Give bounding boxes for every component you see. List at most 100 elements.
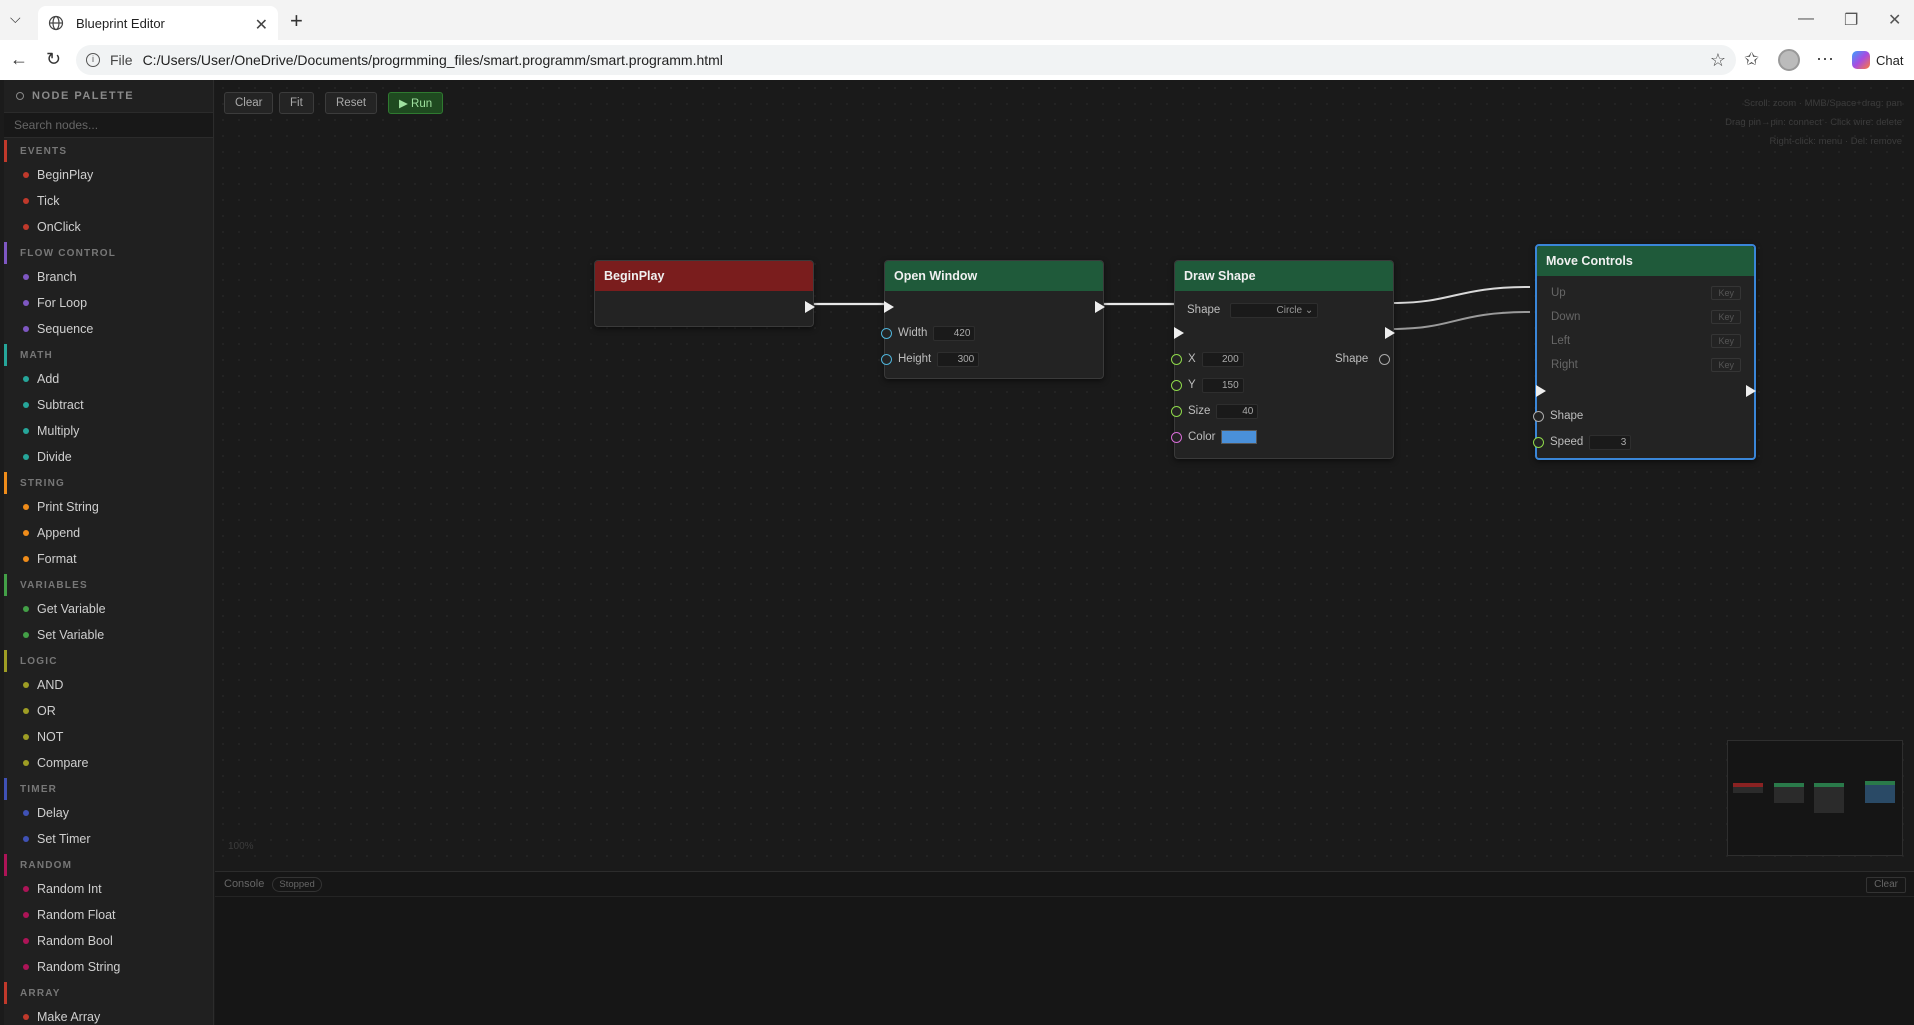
close-window-icon[interactable]: ✕ <box>1888 10 1901 30</box>
palette-item[interactable]: OnClick <box>4 214 213 240</box>
exec-arrow-icon[interactable] <box>1746 385 1756 397</box>
exec-arrow-icon[interactable] <box>1536 385 1546 397</box>
node-draw-shape[interactable]: Draw Shape Shape Circle ⌄ X 200 Shape Y … <box>1171 260 1395 459</box>
palette-category: MATH <box>4 344 213 366</box>
zoom-indicator: 100% <box>228 841 254 852</box>
palette-item[interactable]: Delay <box>4 800 213 826</box>
exec-arrow-icon[interactable] <box>805 301 815 313</box>
back-icon[interactable]: ← <box>10 49 28 70</box>
exec-arrow-icon[interactable] <box>1095 301 1105 313</box>
favorites-icon[interactable]: ✩ <box>1744 49 1759 70</box>
size-field[interactable]: 40 <box>1216 403 1259 419</box>
palette-item[interactable]: Set Timer <box>4 826 213 852</box>
minimap[interactable] <box>1727 740 1903 856</box>
color-pin[interactable] <box>1171 431 1182 443</box>
palette-item[interactable]: AND <box>4 672 213 698</box>
palette-item[interactable]: Random Int <box>4 876 213 902</box>
exec-in-pin[interactable] <box>1536 382 1546 400</box>
palette-category: FLOW CONTROL <box>4 242 213 264</box>
left-key-button[interactable]: Key <box>1711 334 1741 348</box>
more-options-icon[interactable]: ⋯ <box>1816 49 1834 70</box>
palette-item[interactable]: For Loop <box>4 290 213 316</box>
palette-item[interactable]: Get Variable <box>4 596 213 622</box>
address-url[interactable]: C:/Users/User/OneDrive/Documents/progrmm… <box>143 52 723 68</box>
palette-item[interactable]: Format <box>4 546 213 572</box>
height-field[interactable]: 300 <box>937 351 980 367</box>
exec-out-pin[interactable] <box>1385 324 1395 342</box>
exec-out-pin[interactable] <box>805 298 815 316</box>
x-pin[interactable] <box>1171 353 1182 365</box>
shape-out-pin[interactable] <box>1379 353 1391 365</box>
exec-out-pin[interactable] <box>1746 382 1756 400</box>
shape-select[interactable]: Circle ⌄ <box>1230 302 1319 318</box>
palette-item[interactable]: Tick <box>4 188 213 214</box>
close-tab-icon[interactable]: ✕ <box>255 15 268 35</box>
exec-in-pin[interactable] <box>884 298 894 316</box>
minimap-node-draw-shape <box>1814 783 1844 813</box>
node-header[interactable]: Draw Shape <box>1175 261 1393 291</box>
width-field[interactable]: 420 <box>933 325 976 341</box>
palette-item[interactable]: Set Variable <box>4 622 213 648</box>
palette-item[interactable]: Make Array <box>4 1004 213 1025</box>
exec-arrow-icon[interactable] <box>1385 327 1395 339</box>
up-key-button[interactable]: Key <box>1711 286 1741 300</box>
node-move-controls[interactable]: Move Controls Up Key Down Key Left Key R… <box>1533 244 1756 460</box>
node-header[interactable]: Open Window <box>885 261 1103 291</box>
palette-item[interactable]: Random Bool <box>4 928 213 954</box>
height-pin[interactable] <box>881 353 892 365</box>
node-header[interactable]: BeginPlay <box>595 261 813 291</box>
palette-item[interactable]: Multiply <box>4 418 213 444</box>
restore-icon[interactable]: ❐ <box>1844 10 1858 30</box>
exec-arrow-icon[interactable] <box>884 301 894 313</box>
profile-avatar[interactable] <box>1778 49 1800 71</box>
palette-item[interactable]: Branch <box>4 264 213 290</box>
palette-item[interactable]: Sequence <box>4 316 213 342</box>
shape-wire[interactable] <box>1391 311 1531 330</box>
new-tab-icon[interactable]: + <box>290 8 303 34</box>
shape-in-pin[interactable] <box>1533 410 1544 422</box>
category-dot-icon <box>23 734 29 740</box>
console-clear-button[interactable]: Clear <box>1866 877 1906 893</box>
exec-out-pin[interactable] <box>1095 298 1105 316</box>
palette-item[interactable]: Print String <box>4 494 213 520</box>
refresh-icon[interactable]: ↻ <box>46 49 61 70</box>
palette-item[interactable]: NOT <box>4 724 213 750</box>
tab-list-icon[interactable]: ⌵ <box>10 10 21 27</box>
palette-item[interactable]: Compare <box>4 750 213 776</box>
category-dot-icon <box>23 428 29 434</box>
favorite-star-icon[interactable]: ☆ <box>1710 50 1726 71</box>
info-icon[interactable]: i <box>86 53 100 67</box>
exec-in-pin[interactable] <box>1174 324 1184 342</box>
search-nodes-input[interactable]: Search nodes... <box>4 112 213 138</box>
x-field[interactable]: 200 <box>1201 351 1244 367</box>
size-pin[interactable] <box>1171 405 1182 417</box>
wires-layer <box>812 286 1531 330</box>
address-bar[interactable]: i File C:/Users/User/OneDrive/Documents/… <box>76 45 1736 75</box>
palette-item[interactable]: Add <box>4 366 213 392</box>
graph-canvas[interactable]: Clear Fit Reset ▶ Run Scroll: zoom · MMB… <box>215 80 1914 871</box>
palette-item[interactable]: Append <box>4 520 213 546</box>
y-pin[interactable] <box>1171 379 1182 391</box>
palette-item[interactable]: Random String <box>4 954 213 980</box>
y-field[interactable]: 150 <box>1201 377 1244 393</box>
speed-field[interactable]: 3 <box>1589 434 1632 450</box>
node-header[interactable]: Move Controls <box>1537 246 1754 276</box>
palette-item[interactable]: BeginPlay <box>4 162 213 188</box>
minimize-icon[interactable]: — <box>1798 10 1814 28</box>
speed-pin[interactable] <box>1533 436 1544 448</box>
color-swatch[interactable] <box>1221 430 1258 444</box>
palette-item[interactable]: Subtract <box>4 392 213 418</box>
down-key-button[interactable]: Key <box>1711 310 1741 324</box>
exec-wire[interactable] <box>1391 286 1531 304</box>
palette-item[interactable]: OR <box>4 698 213 724</box>
width-pin[interactable] <box>881 327 892 339</box>
exec-arrow-icon[interactable] <box>1174 327 1184 339</box>
palette-scrollbar[interactable] <box>213 144 214 834</box>
palette-item[interactable]: Random Float <box>4 902 213 928</box>
browser-tab[interactable]: Blueprint Editor ✕ <box>38 6 278 40</box>
copilot-chat-button[interactable]: Chat <box>1852 51 1903 69</box>
node-beginplay[interactable]: BeginPlay <box>594 260 815 327</box>
right-key-button[interactable]: Key <box>1711 358 1741 372</box>
palette-item[interactable]: Divide <box>4 444 213 470</box>
node-open-window[interactable]: Open Window Width 420 Height 300 <box>881 260 1105 379</box>
